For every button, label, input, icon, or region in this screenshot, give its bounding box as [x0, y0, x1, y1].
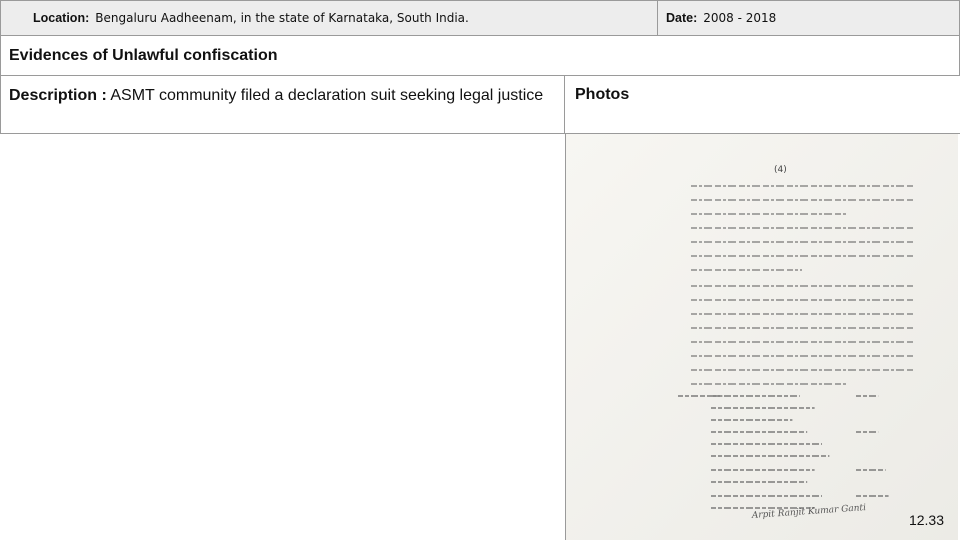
location-label: Location: [33, 11, 90, 25]
location-header: Location: Bengaluru Aadheenam, in the st… [0, 0, 658, 36]
date-label: Date: [666, 11, 698, 25]
description-text: ASMT community filed a declaration suit … [110, 87, 544, 104]
date-header: Date: 2008 - 2018 [658, 0, 960, 36]
date-value: 2008 - 2018 [703, 11, 777, 25]
slide-number: 12.33 [908, 512, 944, 528]
section-title: Evidences of Unlawful confiscation [0, 36, 960, 76]
description-cell: Description : ASMT community filed a dec… [0, 76, 565, 134]
photo-page-number: (4) [774, 165, 787, 175]
description-label: Description : [9, 87, 107, 104]
photos-heading: Photos [565, 76, 960, 134]
location-value: Bengaluru Aadheenam, in the state of Kar… [95, 11, 469, 25]
scanned-document-image: (4) Arpit Ranjit Kumar Ganti [566, 134, 958, 540]
document-photo: (4) Arpit Ranjit Kumar Ganti [566, 134, 958, 540]
